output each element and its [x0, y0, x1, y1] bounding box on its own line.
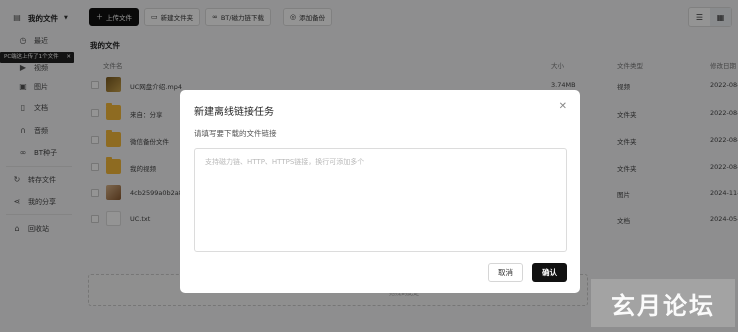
dialog-label: 请填写要下载的文件链接	[194, 129, 277, 138]
close-icon[interactable]: ✕	[559, 101, 567, 112]
offline-download-dialog: 新建离线链接任务 ✕ 请填写要下载的文件链接 取消 确认	[180, 90, 580, 293]
watermark-logo: 玄月论坛	[591, 279, 735, 327]
dialog-title: 新建离线链接任务	[194, 107, 274, 118]
cancel-button[interactable]: 取消	[488, 263, 523, 282]
link-input[interactable]	[194, 148, 567, 252]
confirm-button[interactable]: 确认	[532, 263, 567, 282]
